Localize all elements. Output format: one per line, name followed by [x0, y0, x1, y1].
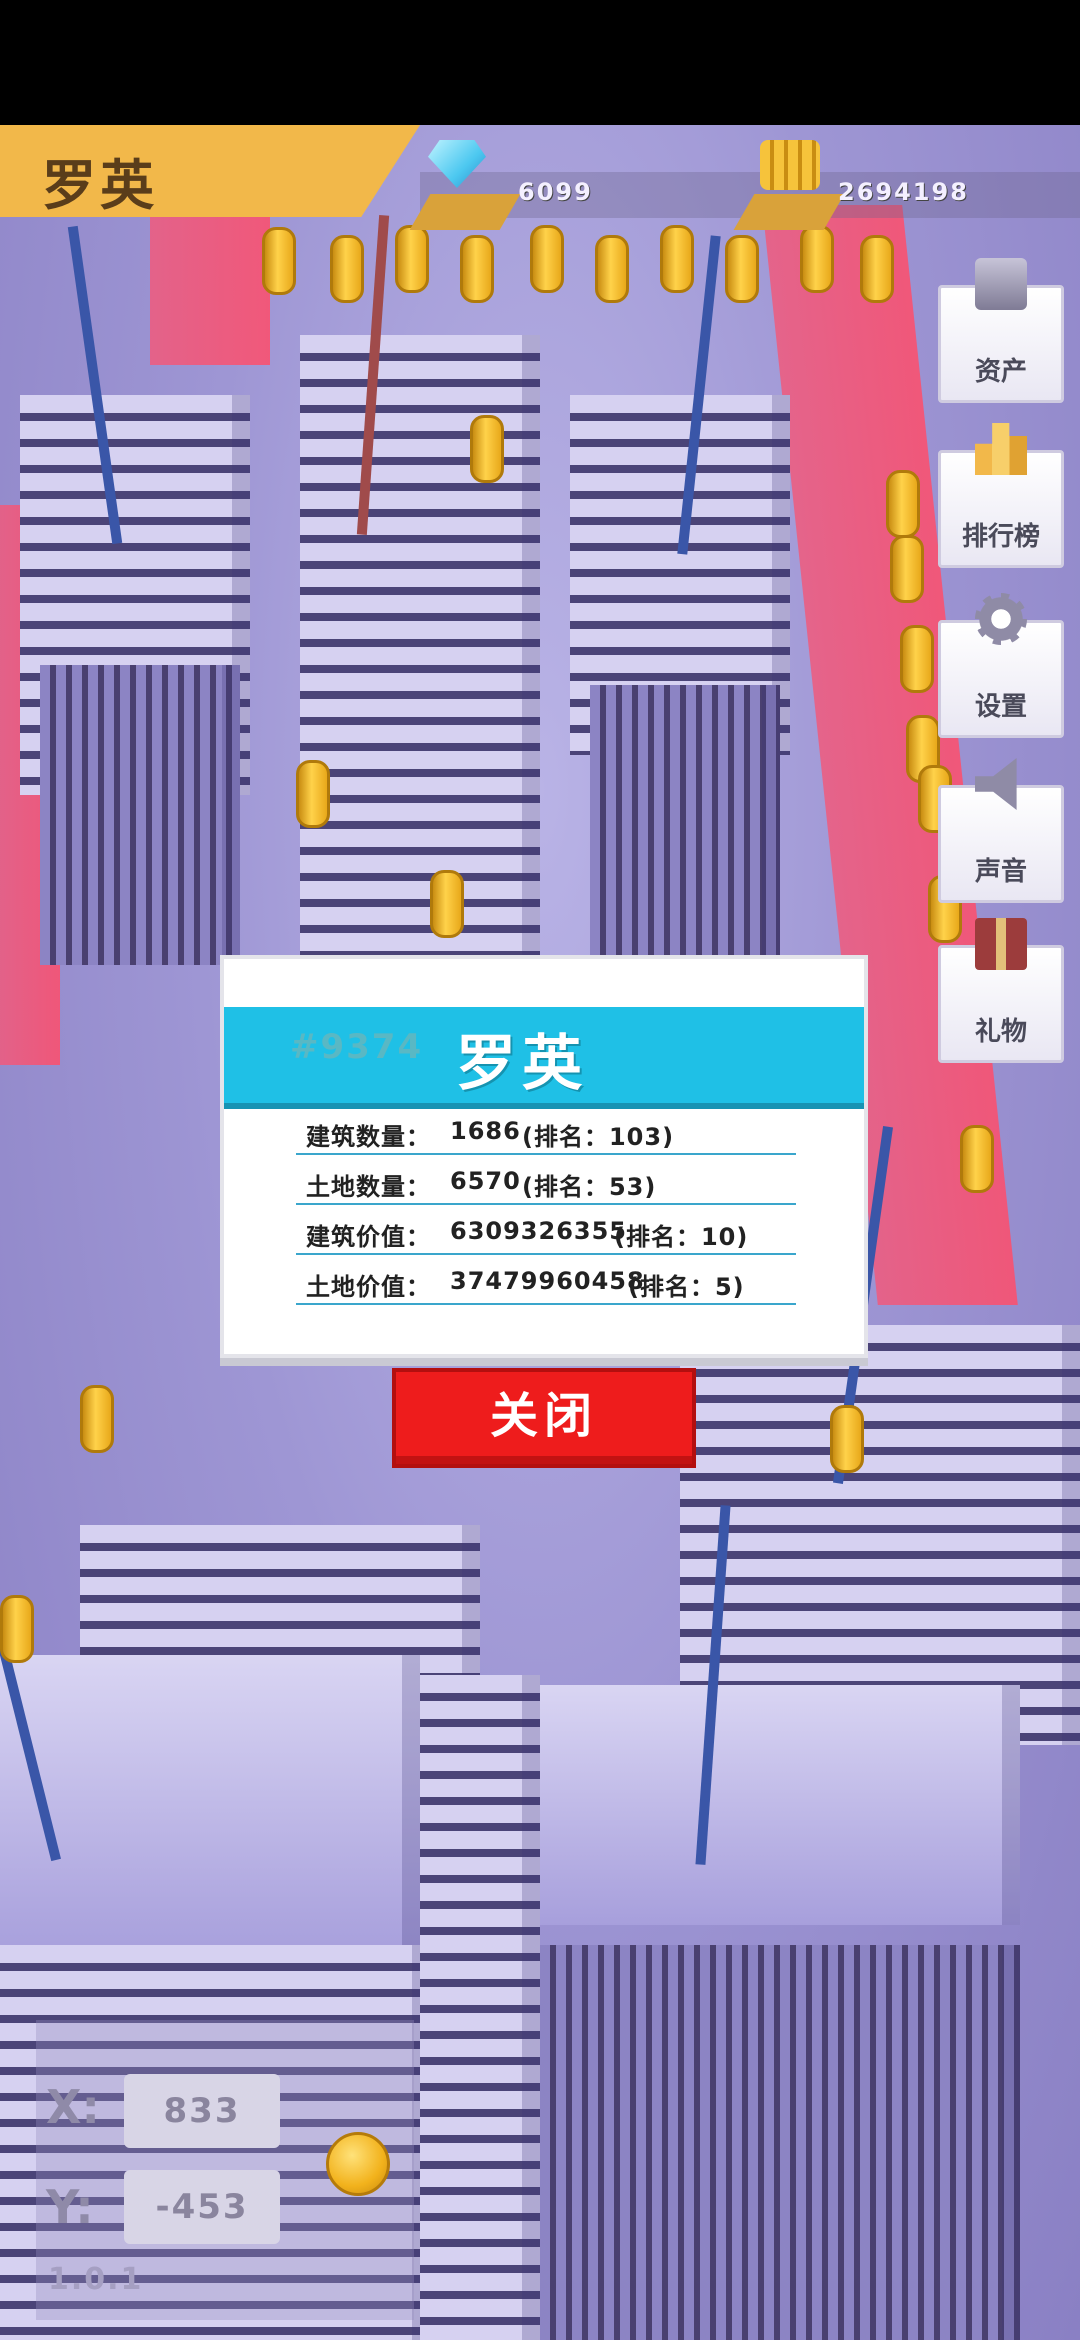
- player-info-dialog: #9374 罗英 建筑数量： 1686 (排名：103) 土地数量： 6570 …: [220, 955, 868, 1358]
- building: [40, 665, 240, 965]
- sound-label: 声音: [974, 857, 1027, 887]
- falling-coin: [890, 535, 924, 603]
- stat-label: 土地数量：: [306, 1173, 431, 1201]
- coin-count: 2694198: [838, 178, 969, 206]
- leaderboard-label: 排行榜: [961, 522, 1040, 552]
- stat-value: 37479960458: [450, 1267, 645, 1295]
- x-label: X:: [46, 2080, 100, 2134]
- falling-coin: [262, 227, 296, 295]
- stat-value: 6309326355: [450, 1217, 627, 1245]
- stat-rank: (排名：5): [628, 1273, 745, 1301]
- stat-building-count: 建筑数量： 1686 (排名：103): [296, 1109, 796, 1155]
- falling-coin: [860, 235, 894, 303]
- leaderboard-button[interactable]: 排行榜: [938, 423, 1064, 568]
- falling-coin: [660, 225, 694, 293]
- falling-coin: [960, 1125, 994, 1193]
- stat-rank: (排名：53): [522, 1173, 657, 1201]
- x-coordinate: 833: [124, 2074, 280, 2148]
- building: [300, 335, 540, 1035]
- gift-label: 礼物: [974, 1017, 1027, 1047]
- stat-rank: (排名：10): [614, 1223, 749, 1251]
- dialog-header: #9374 罗英: [224, 1007, 864, 1109]
- falling-coin: [900, 625, 934, 693]
- stat-label: 建筑价值：: [306, 1223, 431, 1251]
- settings-label: 设置: [974, 692, 1027, 722]
- gift-button[interactable]: 礼物: [938, 918, 1064, 1063]
- assets-icon: [975, 258, 1027, 310]
- building: [540, 1945, 1020, 2340]
- falling-coin: [296, 760, 330, 828]
- gear-icon: [975, 593, 1027, 645]
- building: [420, 1675, 540, 2340]
- coin-icon[interactable]: [326, 2132, 390, 2196]
- assets-button[interactable]: 资产: [938, 258, 1064, 403]
- building: [680, 1325, 1080, 1745]
- falling-coin: [395, 225, 429, 293]
- stat-land-value: 土地价值： 37479960458 (排名：5): [296, 1259, 796, 1305]
- falling-coin: [0, 1595, 34, 1663]
- close-button[interactable]: 关闭: [392, 1368, 696, 1468]
- falling-coin: [460, 235, 494, 303]
- stat-label: 建筑数量：: [306, 1123, 431, 1151]
- gem-count: 6099: [518, 178, 593, 206]
- assets-label: 资产: [974, 357, 1027, 387]
- y-label: Y:: [46, 2180, 94, 2234]
- falling-coin: [800, 225, 834, 293]
- building: [0, 1655, 420, 1955]
- falling-coin: [330, 235, 364, 303]
- stat-building-value: 建筑价值： 6309326355 (排名：10): [296, 1209, 796, 1255]
- falling-coin: [430, 870, 464, 938]
- player-name: 罗英: [42, 154, 158, 217]
- falling-coin: [470, 415, 504, 483]
- building: [540, 1685, 1020, 1925]
- falling-coin: [830, 1405, 864, 1473]
- stat-value: 1686: [450, 1117, 521, 1145]
- falling-coin: [595, 235, 629, 303]
- dialog-player-name: 罗英: [456, 1029, 588, 1099]
- falling-coin: [725, 235, 759, 303]
- coin-stack-icon: [760, 140, 820, 190]
- version-label: 1.0.1: [48, 2262, 144, 2297]
- stat-value: 6570: [450, 1167, 521, 1195]
- settings-button[interactable]: 设置: [938, 593, 1064, 738]
- falling-coin: [80, 1385, 114, 1453]
- player-name-banner: 罗英: [0, 125, 420, 217]
- falling-coin: [886, 470, 920, 538]
- stat-label: 土地价值：: [306, 1273, 431, 1301]
- player-id: #9374: [290, 1027, 424, 1067]
- falling-coin: [530, 225, 564, 293]
- sound-button[interactable]: 声音: [938, 758, 1064, 903]
- stat-rank: (排名：103): [522, 1123, 675, 1151]
- stat-land-count: 土地数量： 6570 (排名：53): [296, 1159, 796, 1205]
- y-coordinate: -453: [124, 2170, 280, 2244]
- building: [590, 685, 780, 955]
- gift-icon: [975, 918, 1027, 970]
- status-bar: [0, 0, 1080, 125]
